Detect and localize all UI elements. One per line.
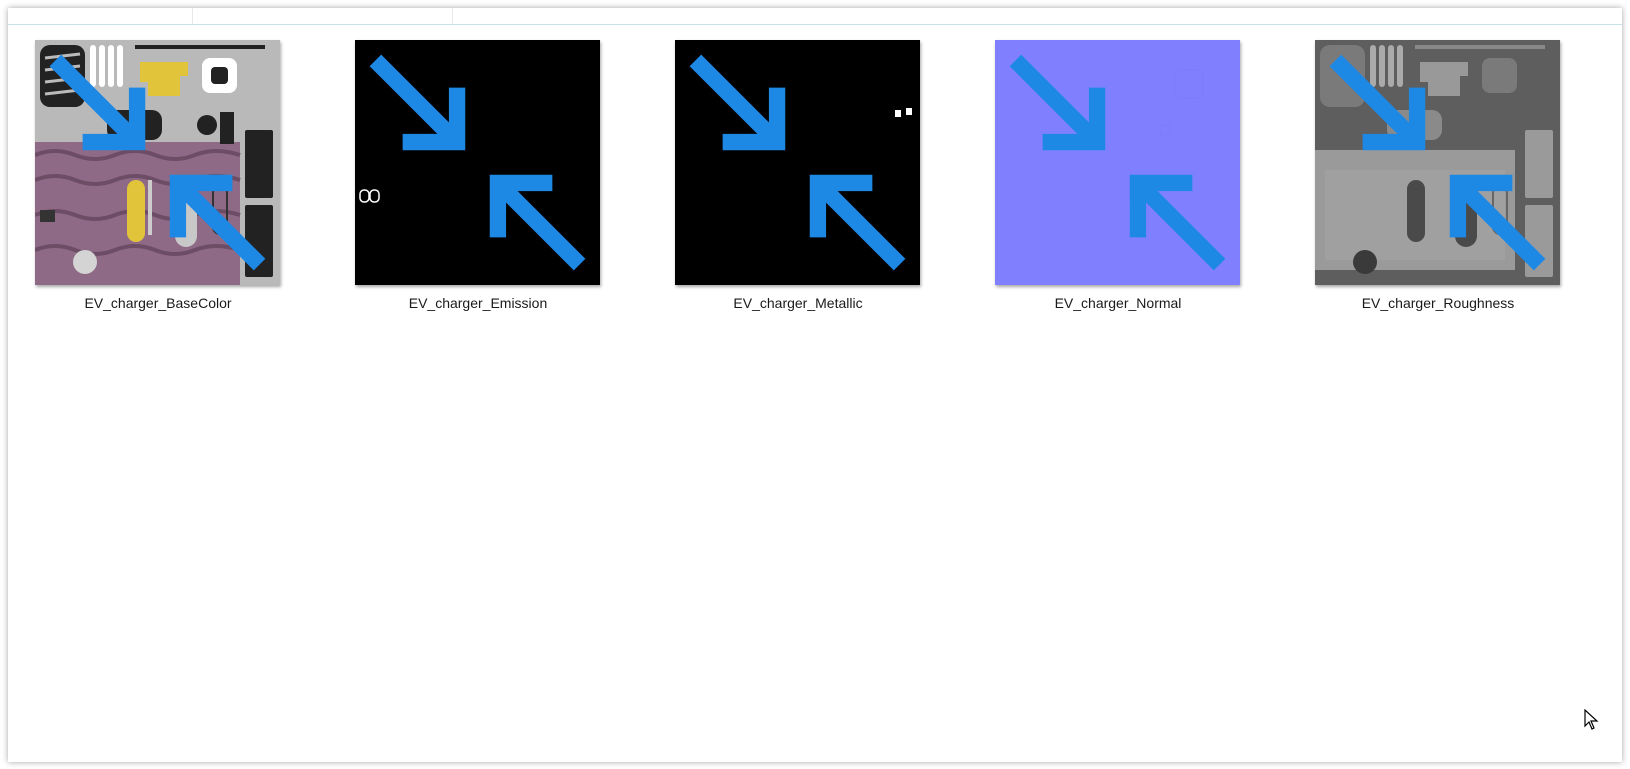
roughness-thumbnail[interactable] (1315, 40, 1560, 285)
compressed-badge-icon (1329, 54, 1546, 271)
compressed-badge-icon (1009, 54, 1226, 271)
file-name-label: EV_charger_Metallic (733, 295, 863, 311)
normal-thumbnail[interactable] (995, 40, 1240, 285)
compressed-badge-icon (689, 54, 906, 271)
file-tile[interactable]: EV_charger_BaseColor (18, 8, 318, 311)
file-name-label: EV_charger_Roughness (1361, 295, 1515, 311)
file-tile[interactable]: EV_charger_Normal (978, 8, 1278, 311)
emission-thumbnail[interactable] (355, 40, 600, 285)
file-name-label: EV_charger_Normal (1054, 295, 1182, 311)
file-name-label: EV_charger_Emission (408, 295, 548, 311)
file-name-label: EV_charger_BaseColor (84, 295, 232, 311)
metallic-thumbnail[interactable] (675, 40, 920, 285)
file-tile[interactable]: EV_charger_Metallic (658, 8, 958, 311)
file-tile[interactable]: EV_charger_Roughness (1298, 8, 1598, 311)
compressed-badge-icon (49, 54, 266, 271)
compressed-badge-icon (369, 54, 586, 271)
basecolor-thumbnail[interactable] (35, 40, 280, 285)
mouse-cursor-icon (1584, 709, 1599, 730)
file-explorer-window: EV_charger_BaseColor EV_charger_Emission (8, 8, 1622, 762)
file-tile[interactable]: EV_charger_Emission (338, 8, 638, 311)
